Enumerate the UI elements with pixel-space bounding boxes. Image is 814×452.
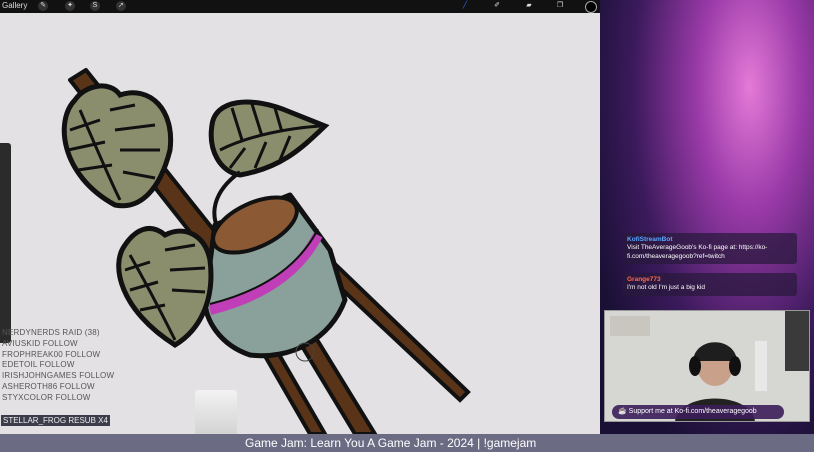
feed-item: ASHEROTH86 FOLLOW <box>2 381 95 391</box>
feed-item: EDETOIL FOLLOW <box>2 360 75 370</box>
chat-message: KofiStreamBot Visit TheAverageGoob's Ko-… <box>623 233 797 265</box>
drawing-canvas[interactable]: NERDYNERDS RAID (38) AVIUSKID FOLLOW FRO… <box>0 0 600 434</box>
selection-icon[interactable]: S <box>90 1 100 11</box>
kofi-cup-icon: ☕ <box>618 408 627 415</box>
chat-username: KofiStreamBot <box>627 236 673 243</box>
chat-message: Grange773 I'm not old I'm just a big kid <box>623 273 797 296</box>
transform-arrow-icon[interactable]: ➚ <box>116 1 126 11</box>
kofi-text: Support me at Ko-fi.com/theaveragegoob <box>628 408 757 415</box>
chat-text: Visit TheAverageGoob's Ko-fi page at: ht… <box>627 244 768 260</box>
smudge-icon[interactable]: ✐ <box>492 1 502 11</box>
banner-title: Game Jam: Learn You A Game Jam - 2024 | … <box>245 436 537 450</box>
chat-text: I'm not old I'm just a big kid <box>627 284 705 292</box>
chat-username: Grange773 <box>627 276 661 283</box>
magic-wand-icon[interactable]: ✦ <box>65 1 75 11</box>
gallery-button[interactable]: Gallery <box>2 1 27 10</box>
layers-icon[interactable]: ❐ <box>555 1 565 11</box>
feed-item: FROPHREAK00 FOLLOW <box>2 349 101 359</box>
leaf-bottom-left <box>116 226 214 348</box>
feed-item: NERDYNERDS RAID (38) <box>2 328 100 337</box>
bottom-banner: Game Jam: Learn You A Game Jam - 2024 | … <box>0 434 814 452</box>
leaf-top-right <box>208 99 330 178</box>
brush-icon[interactable]: ╱ <box>460 1 470 11</box>
event-feed: NERDYNERDS RAID (38) AVIUSKID FOLLOW FRO… <box>2 328 114 404</box>
procreate-toolbar: Gallery ✎ ✦ S ➚ ╱ ✐ ▰ ❐ <box>0 0 600 13</box>
color-swatch[interactable] <box>585 1 597 13</box>
brush-size-sidebar[interactable] <box>0 143 11 343</box>
feed-item: AVIUSKID FOLLOW <box>2 338 78 348</box>
eraser-icon[interactable]: ▰ <box>524 1 534 11</box>
wrench-icon[interactable]: ✎ <box>38 1 48 11</box>
feed-item: STYXCOLOR FOLLOW <box>2 392 91 402</box>
kofi-support-bar[interactable]: ☕ Support me at Ko-fi.com/theaveragegoob <box>612 405 784 419</box>
feed-item: IRISHJOHNGAMES FOLLOW <box>2 371 115 381</box>
cup-image <box>195 390 237 434</box>
resub-badge: STELLAR_FROG RESUB X4 <box>1 415 110 426</box>
